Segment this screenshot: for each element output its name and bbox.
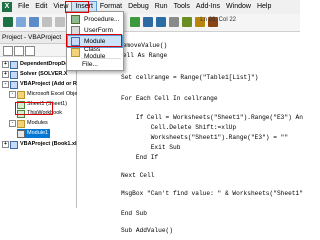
code-line: End If [121,154,159,161]
code-line: Set cellrange = Range("Table1[List]") [121,74,259,81]
tree-item-module1[interactable]: Module1 [17,129,51,138]
excel-icon[interactable]: X [2,2,12,12]
code-line: RemoveValue() [119,42,168,49]
menu-bar: X File Edit View Insert Format Debug Run… [0,0,300,15]
view-excel-icon[interactable] [3,17,13,27]
menu-tools[interactable]: Tools [171,1,193,13]
menu-edit[interactable]: Edit [32,1,50,13]
code-line: Worksheets("Sheet1").Range("E3") = "" [121,134,289,141]
menu-file[interactable]: File [15,1,32,13]
tree-item[interactable]: - Modules [9,119,48,128]
class-module-icon [71,48,80,57]
tree-item[interactable]: + Solver (SOLVER.X [2,70,68,79]
view-code-icon[interactable] [3,46,13,56]
code-line: Exit Sub [121,144,181,151]
reset-icon[interactable] [156,17,166,27]
toolbar: Ln 28, Col 22 [0,14,300,32]
project-explorer-icon[interactable] [182,17,192,27]
copy-icon[interactable] [55,17,65,27]
project-icon [10,60,18,69]
save-icon[interactable] [29,17,39,27]
tree-item[interactable]: + VBAProject (Book1.xlsm) [2,140,86,149]
toggle-folders-icon[interactable] [25,46,35,56]
cut-icon[interactable] [42,17,52,27]
tree-item[interactable]: - Microsoft Excel Objects [9,90,84,99]
insert-class-module-item[interactable]: Class Module [68,46,122,60]
project-icon [10,140,18,149]
view-object-icon[interactable] [14,46,24,56]
expand-icon[interactable]: + [2,61,9,68]
annotation-box-module1 [15,102,53,115]
procedure-icon [71,15,80,24]
project-explorer-toolbar [0,44,76,57]
collapse-icon[interactable]: - [2,81,9,88]
code-line: Next Cell [121,172,155,179]
annotation-box-insert [65,1,89,13]
menu-run[interactable]: Run [152,1,171,13]
folder-icon [17,119,25,128]
code-line: MsgBox "Can't find value: " & Worksheets… [121,190,303,197]
break-icon[interactable] [143,17,153,27]
menu-help[interactable]: Help [254,1,274,13]
menu-debug[interactable]: Debug [125,1,152,13]
menu-addins[interactable]: Add-Ins [193,1,223,13]
tree-item[interactable]: + DependentDropDo [2,60,69,69]
collapse-icon[interactable]: - [9,120,16,127]
insert-file-item[interactable]: File... [68,59,122,70]
project-icon [10,80,18,89]
code-line: Cell.Delete Shift:=xlUp [121,124,237,131]
insert-object-icon[interactable] [16,17,26,27]
code-line: End Sub [121,210,147,217]
project-icon [10,70,18,79]
code-line: For Each Cell In cellrange [121,95,218,102]
insert-procedure-item[interactable]: Procedure... [68,14,122,25]
cursor-position: Ln 28, Col 22 [200,17,236,23]
expand-icon[interactable]: + [2,141,9,148]
expand-icon[interactable]: + [2,71,9,78]
code-line: Cell As Range [119,52,168,59]
module-icon [17,129,25,138]
code-line: If Cell = Worksheets("Sheet1").Range("E3… [121,114,303,121]
collapse-icon[interactable]: - [9,91,16,98]
folder-icon [17,90,25,99]
run-icon[interactable] [130,17,140,27]
file-icon [71,61,78,68]
annotation-box-module [66,34,122,47]
code-line: Sub AddValue() [121,227,173,234]
project-explorer-title: Project - VBAProject [0,32,76,44]
menu-window[interactable]: Window [223,1,254,13]
design-mode-icon[interactable] [169,17,179,27]
